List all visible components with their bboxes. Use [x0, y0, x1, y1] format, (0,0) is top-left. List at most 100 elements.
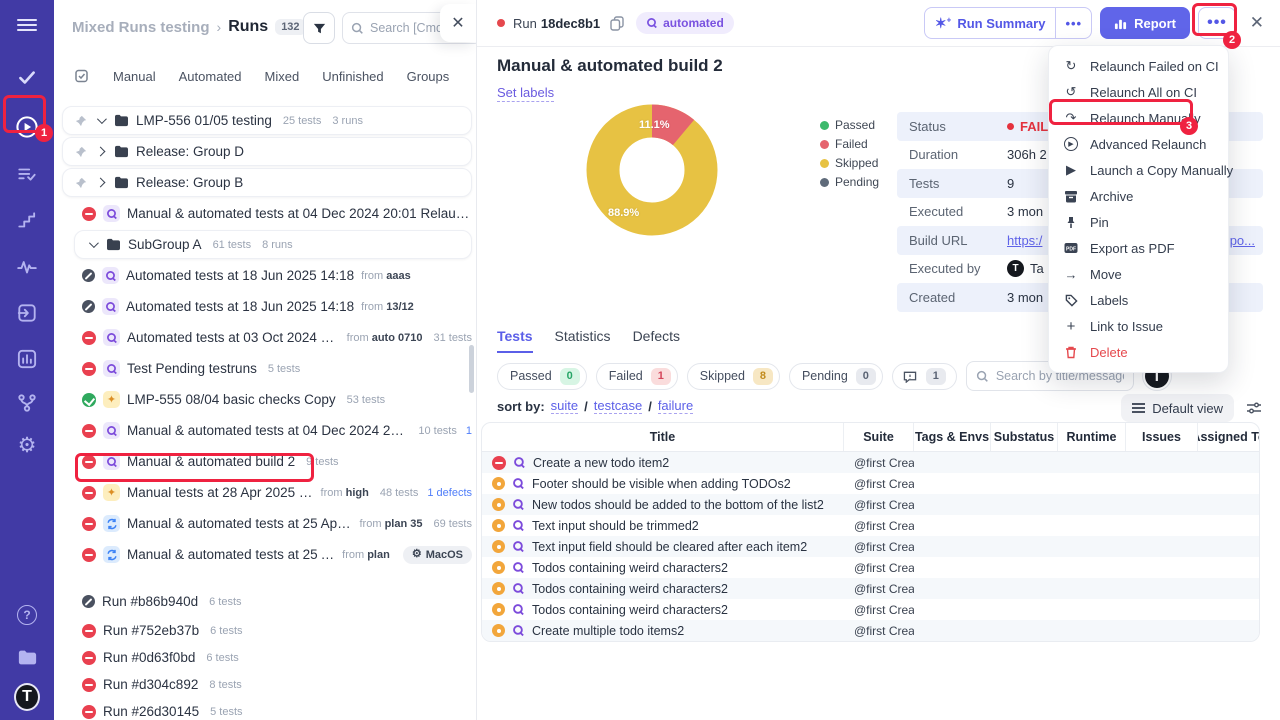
settings-gear-icon[interactable]: ⚙	[14, 432, 40, 458]
branches-icon[interactable]	[14, 390, 40, 416]
run-row[interactable]: ✦ Manual tests at 28 Apr 2025 16:50 from…	[62, 478, 472, 507]
report-button[interactable]: Report	[1100, 7, 1190, 39]
tests-check-icon[interactable]	[14, 64, 40, 90]
run-summary-more-button[interactable]: •••	[1055, 8, 1091, 38]
chip-failed[interactable]: Failed1	[596, 363, 678, 390]
test-row[interactable]: Text input should be trimmed2 @first Cre…	[482, 515, 1259, 536]
close-icon[interactable]: ✕	[1250, 14, 1264, 31]
manual-run-icon: ✦	[103, 391, 120, 408]
import-icon[interactable]	[14, 300, 40, 326]
menu-item-labels[interactable]: Labels	[1049, 287, 1228, 313]
chip-skipped[interactable]: Skipped8	[687, 363, 780, 390]
menu-item-delete[interactable]: Delete	[1049, 339, 1228, 365]
run-row[interactable]: Automated tests at 18 Jun 2025 14:18 fro…	[62, 261, 472, 290]
test-row[interactable]: Create multiple todo items2 @first Creat…	[482, 620, 1259, 641]
column-settings-icon[interactable]	[1246, 401, 1262, 415]
tab-automated[interactable]: Automated	[179, 69, 242, 84]
sort-by-suite[interactable]: suite	[551, 398, 578, 414]
test-row[interactable]: Todos containing weird characters2 @firs…	[482, 557, 1259, 578]
run-row-selected[interactable]: Manual & automated build 2 9 tests	[62, 447, 472, 476]
menu-item-pin[interactable]: Pin	[1049, 209, 1228, 235]
projects-folder-icon[interactable]	[14, 644, 40, 670]
run-row[interactable]: Run #752eb37b 6 tests	[62, 618, 472, 643]
copy-icon[interactable]	[610, 16, 624, 31]
chevron-down-icon[interactable]	[97, 114, 107, 124]
chip-passed[interactable]: Passed0	[497, 363, 587, 390]
analytics-icon[interactable]	[14, 346, 40, 372]
test-row[interactable]: Footer should be visible when adding TOD…	[482, 473, 1259, 494]
menu-item-export-pdf[interactable]: PDFExport as PDF	[1049, 235, 1228, 261]
tab-tests[interactable]: Tests	[497, 328, 533, 353]
chip-pending[interactable]: Pending0	[789, 363, 883, 390]
build-url-link-end[interactable]: po...	[1230, 233, 1263, 248]
menu-item-relaunch-manually[interactable]: ↷Relaunch Manually	[1049, 105, 1228, 131]
automated-run-icon	[103, 329, 120, 346]
filter-button[interactable]	[303, 12, 335, 44]
run-row[interactable]: Run #0d63f0bd 6 tests	[62, 645, 472, 670]
run-row[interactable]: Manual & automated tests at 25 Apr 2025 …	[62, 509, 472, 538]
folder-row[interactable]: Release: Group D	[62, 137, 472, 166]
chevron-right-icon[interactable]	[96, 147, 106, 157]
run-title: Run #752eb37b	[103, 623, 199, 638]
menu-item-archive[interactable]: Archive	[1049, 183, 1228, 209]
plans-list-icon[interactable]	[14, 162, 40, 188]
test-row[interactable]: New todos should be added to the bottom …	[482, 494, 1259, 515]
test-row[interactable]: Todos containing weird characters2 @firs…	[482, 578, 1259, 599]
menu-item-relaunch-failed-ci[interactable]: ↻Relaunch Failed on CI	[1049, 53, 1228, 79]
menu-item-advanced-relaunch[interactable]: ▶Advanced Relaunch	[1049, 131, 1228, 157]
failed-status-icon	[82, 548, 96, 562]
advanced-relaunch-icon: ▶	[1063, 137, 1079, 151]
breadcrumb-project[interactable]: Mixed Runs testing	[72, 19, 210, 36]
scrollbar[interactable]	[469, 345, 474, 393]
run-row[interactable]: Run #d304c892 8 tests	[62, 672, 472, 697]
chevron-down-icon[interactable]	[89, 238, 99, 248]
run-row[interactable]: ✦ LMP-555 08/04 basic checks Copy 53 tes…	[62, 385, 472, 414]
run-summary-button[interactable]: ✶+Run Summary •••	[924, 7, 1092, 39]
select-all-icon[interactable]	[74, 68, 90, 84]
chip-comments[interactable]: 1	[892, 363, 957, 390]
defects-count[interactable]: 1	[466, 425, 472, 437]
chevron-right-icon[interactable]	[96, 178, 106, 188]
menu-icon[interactable]	[14, 12, 40, 38]
tab-manual[interactable]: Manual	[113, 69, 156, 84]
run-row[interactable]: Manual & automated tests at 04 Dec 2024 …	[62, 416, 472, 445]
tab-groups[interactable]: Groups	[407, 69, 450, 84]
folder-row[interactable]: SubGroup A 61 tests 8 runs	[74, 230, 472, 259]
run-title: Manual & automated tests at 25 Apr 2025 …	[127, 547, 335, 562]
test-row[interactable]: Todos containing weird characters2 @firs…	[482, 599, 1259, 620]
sort-by-testcase[interactable]: testcase	[594, 398, 642, 414]
run-row[interactable]: Manual & automated tests at 25 Apr 2025 …	[62, 540, 472, 569]
run-row[interactable]: Run #b86b940d 6 tests	[62, 587, 472, 616]
menu-item-relaunch-all-ci[interactable]: ↺Relaunch All on CI	[1049, 79, 1228, 105]
test-row[interactable]: Text input field should be cleared after…	[482, 536, 1259, 557]
pulse-icon[interactable]	[14, 254, 40, 280]
run-filter-tabs: Manual Automated Mixed Unfinished Groups…	[74, 68, 477, 84]
steps-icon[interactable]	[14, 208, 40, 234]
tab-statistics[interactable]: Statistics	[555, 328, 611, 353]
run-row[interactable]: Run #26d30145 5 tests	[62, 699, 472, 720]
folder-row[interactable]: LMP-556 01/05 testing 25 tests 3 runs	[62, 106, 472, 135]
menu-item-launch-copy[interactable]: ▶Launch a Copy Manually	[1049, 157, 1228, 183]
sort-by-failure[interactable]: failure	[658, 398, 693, 414]
set-labels-link[interactable]: Set labels	[497, 85, 554, 102]
app-sidebar: ⚙ ? T	[0, 0, 54, 720]
menu-item-link-to-issue[interactable]: +Link to Issue	[1049, 313, 1228, 339]
pin-icon	[75, 115, 87, 127]
tab-mixed[interactable]: Mixed	[265, 69, 300, 84]
default-view-button[interactable]: Default view	[1121, 394, 1234, 422]
tab-defects[interactable]: Defects	[633, 328, 680, 353]
panel-close-button[interactable]: ✕	[440, 4, 476, 42]
tab-unfinished[interactable]: Unfinished	[322, 69, 383, 84]
failed-status-icon	[82, 486, 96, 500]
user-avatar[interactable]: T	[14, 684, 40, 710]
run-row[interactable]: Test Pending testruns 5 tests	[62, 354, 472, 383]
run-row[interactable]: Automated tests at 03 Oct 2024 20:25 fro…	[62, 323, 472, 352]
help-icon[interactable]: ?	[14, 602, 40, 628]
test-row[interactable]: Create a new todo item2 @first Create ..…	[482, 452, 1259, 473]
defects-count[interactable]: 1 defects	[427, 487, 472, 499]
run-row[interactable]: Automated tests at 18 Jun 2025 14:18 fro…	[62, 292, 472, 321]
build-url-link[interactable]: https:/	[1007, 233, 1042, 248]
folder-row[interactable]: Release: Group B	[62, 168, 472, 197]
menu-item-move[interactable]: →Move	[1049, 261, 1228, 287]
run-row[interactable]: Manual & automated tests at 04 Dec 2024 …	[62, 199, 472, 228]
